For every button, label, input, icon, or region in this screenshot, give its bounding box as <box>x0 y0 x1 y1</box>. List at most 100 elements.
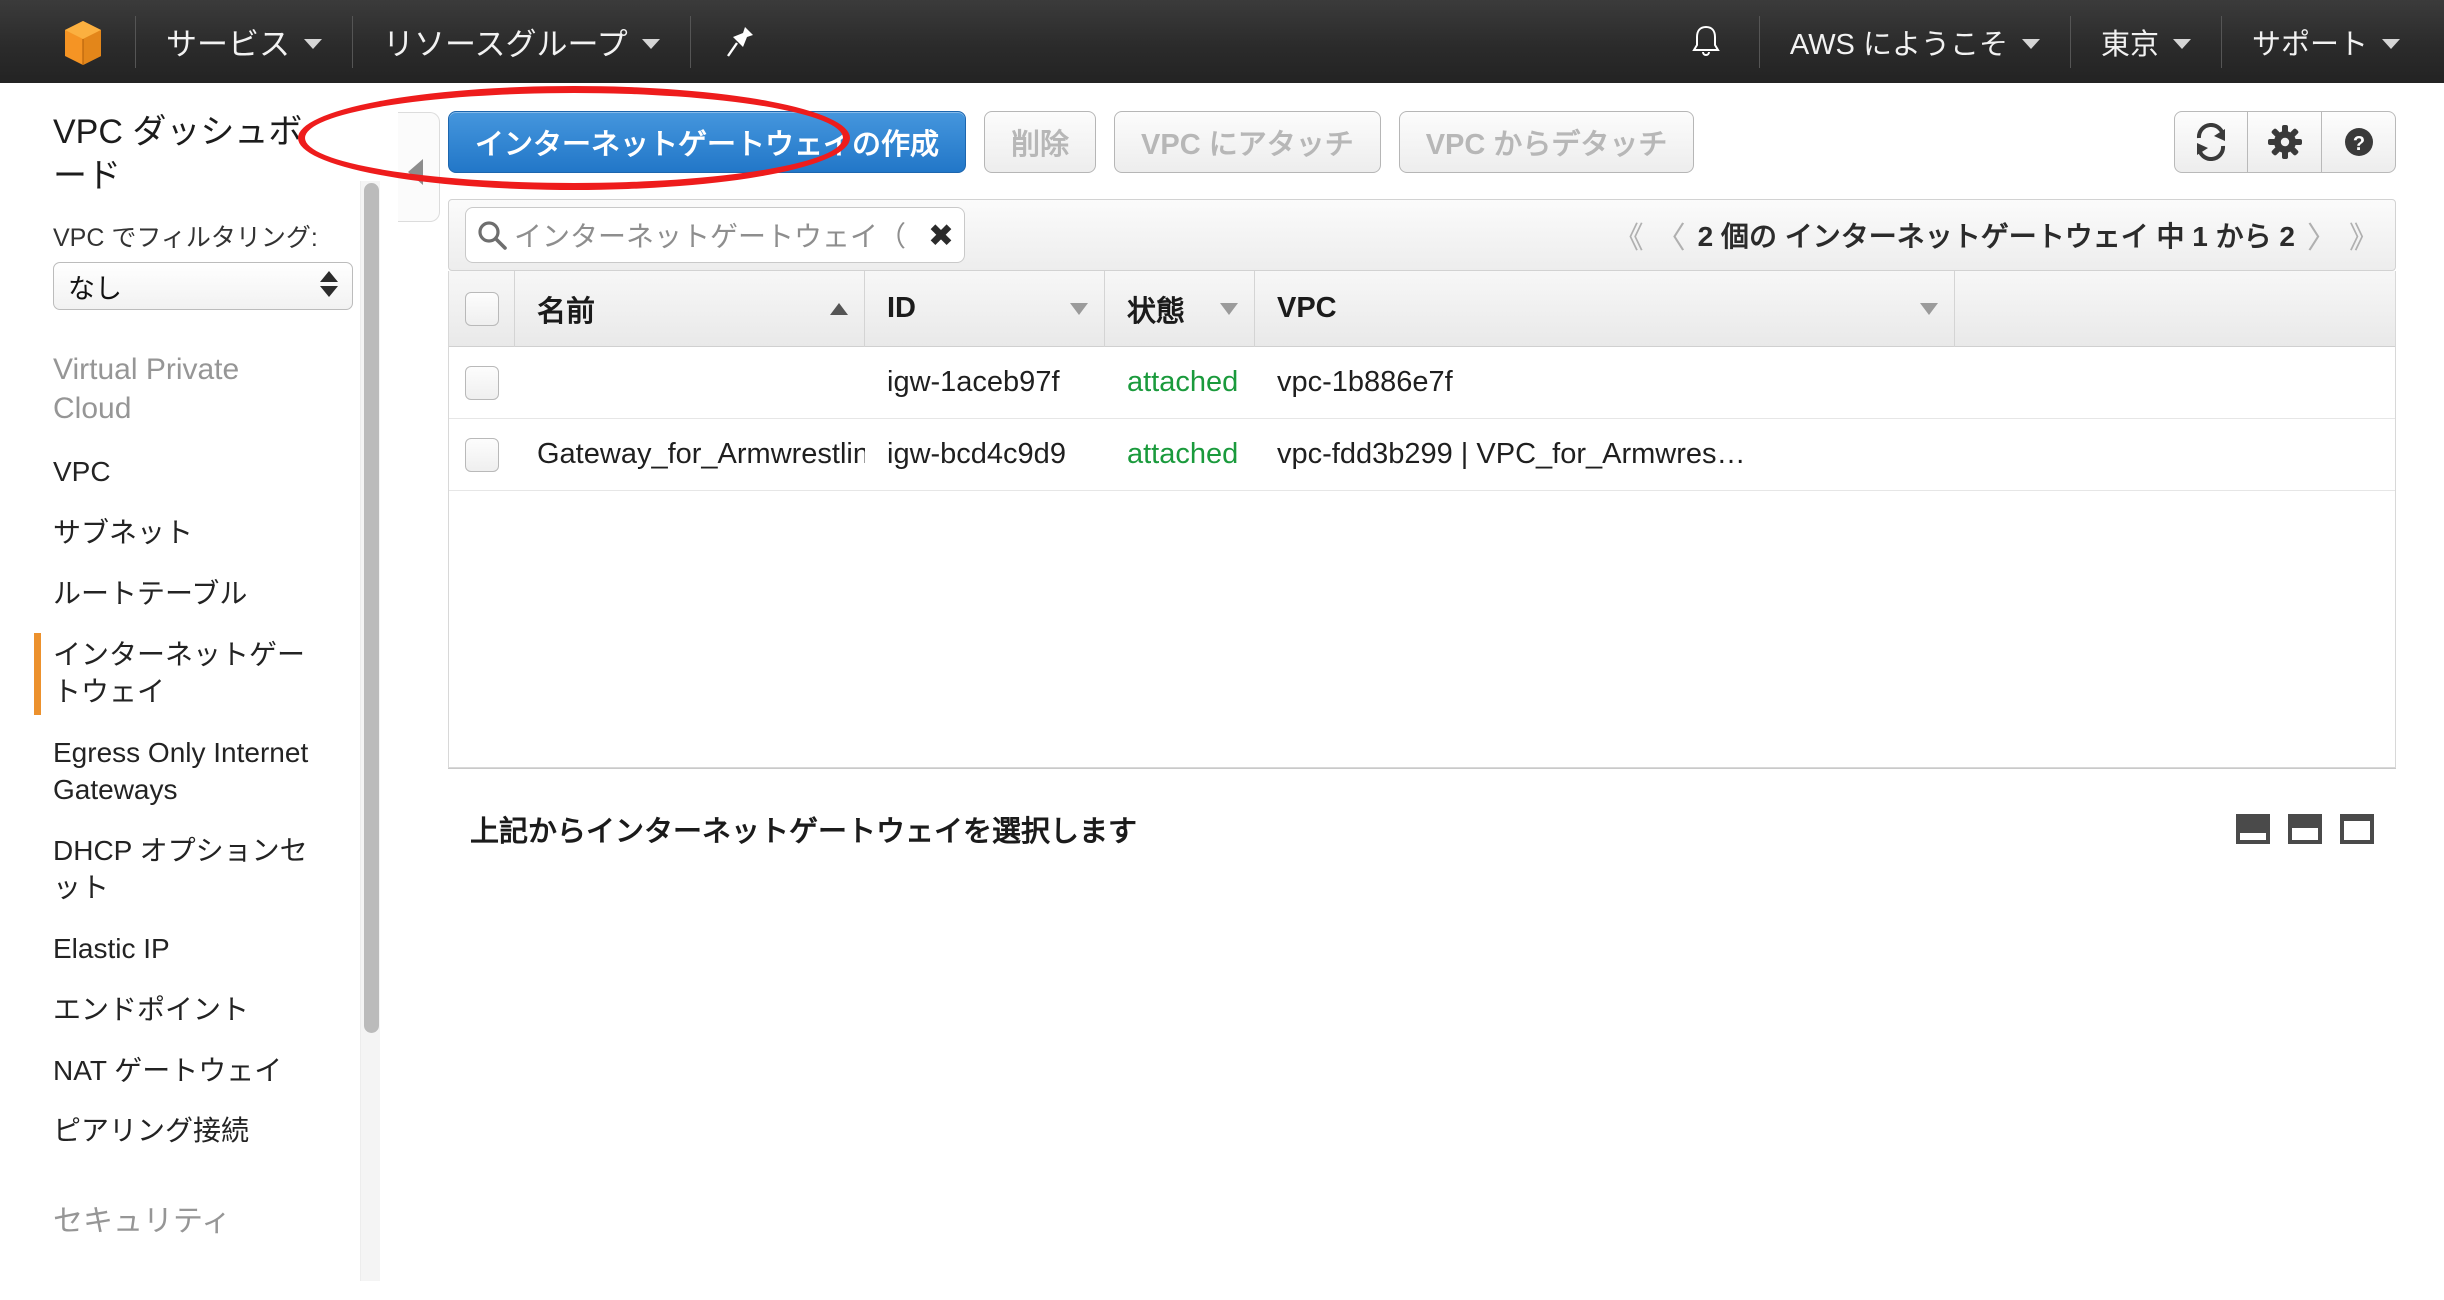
filter-bar: インターネットゲートウェイ（ ✖ 《 〈 2 個の インターネットゲートウェイ … <box>448 199 2396 271</box>
row-select-cell[interactable] <box>449 347 515 419</box>
top-navigation-bar: サービス リソースグループ AWS にようこそ 東京 サポート <box>0 0 2444 83</box>
page-title: VPC ダッシュボード <box>53 113 303 195</box>
chevron-down-icon <box>304 39 322 49</box>
refresh-icon <box>2196 123 2226 161</box>
panel-size-small-icon[interactable] <box>2236 813 2270 844</box>
sidebar-item-route-tables[interactable]: ルートテーブル <box>0 564 380 625</box>
nav-left-group: サービス リソースグループ <box>0 0 789 83</box>
cell-state: attached <box>1127 438 1239 470</box>
nav-region-menu[interactable]: 東京 <box>2071 0 2221 83</box>
panel-size-controls <box>2236 813 2374 844</box>
detach-from-vpc-button[interactable]: VPC からデタッチ <box>1398 111 1695 173</box>
chevron-down-icon <box>2021 39 2040 49</box>
nav-account-label: AWS にようこそ <box>1789 28 2008 61</box>
refresh-button[interactable] <box>2174 111 2248 173</box>
column-header-id-label: ID <box>887 292 916 324</box>
sidebar: VPC ダッシュボード VPC でフィルタリング: なし Virtual Pri… <box>0 83 380 1300</box>
select-stepper-icon <box>320 271 338 298</box>
chevron-down-icon <box>2172 39 2191 49</box>
column-header-vpc[interactable]: VPC <box>1255 270 1955 347</box>
internet-gateways-table: 名前 ID 状態 VPC igw-1aceb97f attached vpc-1… <box>448 270 2396 768</box>
cell-vpc: vpc-1b886e7f <box>1277 366 1453 398</box>
table-row[interactable]: igw-1aceb97f attached vpc-1b886e7f <box>449 347 2395 419</box>
cell-vpc: vpc-fdd3b299 | VPC_for_Armwres… <box>1277 438 1746 470</box>
action-toolbar: インターネットゲートウェイの作成 削除 VPC にアタッチ VPC からデタッチ <box>440 83 2444 173</box>
pagination-prev-button[interactable]: 〈 <box>1656 213 1686 257</box>
sidebar-section-security: セキュリティ <box>53 1205 232 1239</box>
pagination-last-button[interactable]: 》 <box>2349 213 2379 257</box>
help-icon: ? <box>2344 128 2373 156</box>
chevron-down-icon <box>2382 39 2400 49</box>
chevron-left-icon <box>408 159 423 185</box>
column-header-name-label: 名前 <box>537 295 596 328</box>
sidebar-item-vpc[interactable]: VPC <box>0 442 380 503</box>
search-placeholder: インターネットゲートウェイ（ <box>514 221 907 252</box>
vpc-filter-label: VPC でフィルタリング: <box>53 224 318 253</box>
pagination: 《 〈 2 個の インターネットゲートウェイ 中 1 から 2 〉 》 <box>1614 213 2379 257</box>
delete-button[interactable]: 削除 <box>984 111 1097 173</box>
table-body: igw-1aceb97f attached vpc-1b886e7f Gatew… <box>449 347 2395 767</box>
cell-state: attached <box>1127 366 1239 398</box>
sidebar-item-dhcp-option-sets[interactable]: DHCP オプションセット <box>0 821 380 919</box>
create-internet-gateway-button[interactable]: インターネットゲートウェイの作成 <box>448 111 967 173</box>
chevron-down-icon <box>1220 302 1238 315</box>
nav-resource-groups-label: リソースグループ <box>383 27 628 62</box>
aws-cube-logo[interactable] <box>55 16 107 68</box>
column-header-state[interactable]: 状態 <box>1105 270 1255 347</box>
pin-button[interactable] <box>691 0 789 83</box>
help-button[interactable]: ? <box>2322 111 2396 173</box>
column-header-name[interactable]: 名前 <box>515 270 865 347</box>
select-all-cell[interactable] <box>449 270 515 347</box>
pagination-first-button[interactable]: 《 <box>1614 213 1644 257</box>
nav-services-label: サービス <box>166 27 290 62</box>
sidebar-item-endpoints[interactable]: エンドポイント <box>0 980 380 1041</box>
row-select-cell[interactable] <box>449 419 515 491</box>
cube-icon <box>65 20 101 65</box>
sidebar-item-peering-connections[interactable]: ピアリング接続 <box>0 1101 380 1162</box>
main-content: インターネットゲートウェイの作成 削除 VPC にアタッチ VPC からデタッチ <box>440 83 2444 1300</box>
gear-icon <box>2267 125 2302 159</box>
sidebar-scrollbar-thumb[interactable] <box>364 183 379 1033</box>
column-header-vpc-label: VPC <box>1277 292 1337 324</box>
sidebar-item-elastic-ip[interactable]: Elastic IP <box>0 919 380 980</box>
attach-to-vpc-button[interactable]: VPC にアタッチ <box>1114 111 1381 173</box>
svg-text:?: ? <box>2352 133 2364 155</box>
search-icon <box>478 221 507 250</box>
search-input[interactable]: インターネットゲートウェイ（ ✖ <box>465 207 965 263</box>
select-all-checkbox[interactable] <box>464 291 499 326</box>
sort-ascending-icon <box>830 302 848 315</box>
notifications-button[interactable] <box>1653 23 1759 61</box>
cell-id: igw-bcd4c9d9 <box>887 438 1066 470</box>
column-header-id[interactable]: ID <box>865 270 1105 347</box>
table-row[interactable]: Gateway_for_Armwrestling-Map igw-bcd4c9d… <box>449 419 2395 491</box>
sidebar-section-vpc: Virtual Private Cloud <box>53 353 240 426</box>
sidebar-item-egress-only-internet-gateways[interactable]: Egress Only Internet Gateways <box>0 723 380 821</box>
panel-size-large-icon[interactable] <box>2340 813 2374 844</box>
sidebar-collapse-button[interactable] <box>398 112 440 222</box>
panel-size-medium-icon[interactable] <box>2288 813 2322 844</box>
sidebar-item-nat-gateways[interactable]: NAT ゲートウェイ <box>0 1041 380 1102</box>
sidebar-item-internet-gateways[interactable]: インターネットゲートウェイ <box>0 625 380 723</box>
sidebar-nav-list: VPC サブネット ルートテーブル インターネットゲートウェイ Egress O… <box>0 428 380 1162</box>
detail-panel-message: 上記からインターネットゲートウェイを選択します <box>470 815 1138 848</box>
nav-services-menu[interactable]: サービス <box>136 0 352 83</box>
chevron-down-icon <box>1920 302 1938 315</box>
nav-support-menu[interactable]: サポート <box>2222 0 2444 83</box>
pagination-next-button[interactable]: 〉 <box>2307 213 2337 257</box>
chevron-down-icon <box>641 39 660 49</box>
row-checkbox[interactable] <box>465 365 499 400</box>
nav-resource-groups-menu[interactable]: リソースグループ <box>353 0 690 83</box>
cell-id: igw-1aceb97f <box>887 366 1060 398</box>
row-checkbox[interactable] <box>465 437 499 472</box>
table-header-row: 名前 ID 状態 VPC <box>449 270 2395 347</box>
cell-name <box>515 347 865 419</box>
bell-icon <box>1692 25 1720 56</box>
sidebar-item-subnets[interactable]: サブネット <box>0 503 380 564</box>
vpc-filter-select[interactable]: なし <box>53 262 353 311</box>
toolbar-icon-group: ? <box>2174 111 2396 173</box>
nav-support-label: サポート <box>2251 28 2368 61</box>
clear-search-icon[interactable]: ✖ <box>928 220 954 251</box>
nav-account-menu[interactable]: AWS にようこそ <box>1760 0 2070 83</box>
settings-button[interactable] <box>2248 111 2322 173</box>
detail-panel: 上記からインターネットゲートウェイを選択します <box>448 768 2396 888</box>
